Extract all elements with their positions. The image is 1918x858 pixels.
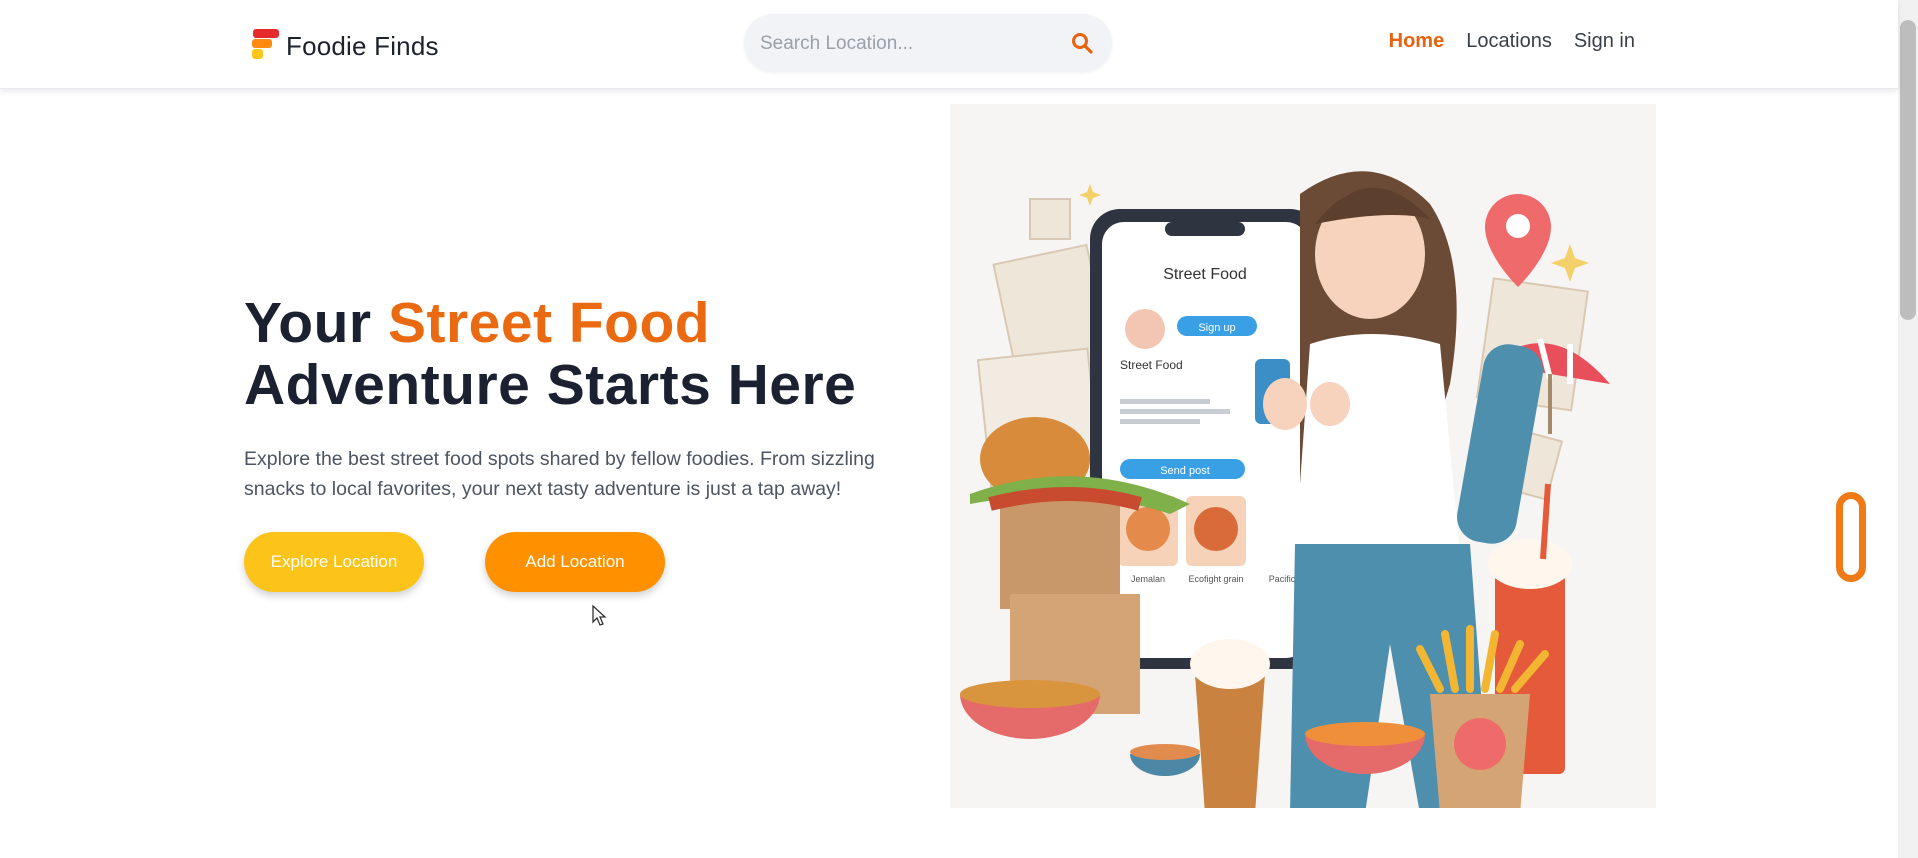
mouse-cursor-icon xyxy=(592,605,607,626)
add-location-button[interactable]: Add Location xyxy=(485,532,665,592)
hero-title: Your Street Food Adventure Starts Here xyxy=(244,292,856,416)
hero-title-part2: Adventure Starts Here xyxy=(244,353,857,417)
main-nav: Home Locations Sign in xyxy=(1389,30,1635,53)
hero-illustration-art: Street Food Sign up Street Food Send pos… xyxy=(960,171,1610,808)
phone-item-3: Pacific xyxy=(1269,574,1296,584)
phone-screen-title: Street Food xyxy=(1163,266,1247,283)
phone-signup-label: Sign up xyxy=(1198,322,1235,334)
hero-title-part1: Your xyxy=(244,291,388,355)
search-icon[interactable] xyxy=(1070,31,1094,55)
top-navbar: Foodie Finds Home Locations Sign in xyxy=(0,0,1898,89)
side-ring-icon xyxy=(1836,492,1866,582)
nav-link-locations[interactable]: Locations xyxy=(1466,30,1552,53)
nav-link-sign-in[interactable]: Sign in xyxy=(1574,30,1635,53)
hero-illustration: Street Food Sign up Street Food Send pos… xyxy=(950,104,1656,808)
nav-link-home[interactable]: Home xyxy=(1389,30,1445,53)
search-input[interactable] xyxy=(758,14,1062,74)
brand-logo[interactable]: Foodie Finds xyxy=(250,24,439,64)
phone-card-title: Street Food xyxy=(1120,358,1183,372)
logo-icon xyxy=(250,27,280,61)
search-bar xyxy=(744,14,1112,74)
phone-item-1: Jemalan xyxy=(1131,574,1165,584)
scrollbar-thumb[interactable] xyxy=(1900,20,1916,320)
hero-description: Explore the best street food spots share… xyxy=(244,448,875,500)
hero-title-highlight: Street Food xyxy=(387,291,711,355)
phone-cta-label: Send post xyxy=(1160,465,1210,477)
phone-item-2: Ecofight grain xyxy=(1188,574,1243,584)
brand-name: Foodie Finds xyxy=(286,30,439,61)
explore-location-button[interactable]: Explore Location xyxy=(244,532,424,592)
page-scrollbar[interactable] xyxy=(1898,0,1918,858)
